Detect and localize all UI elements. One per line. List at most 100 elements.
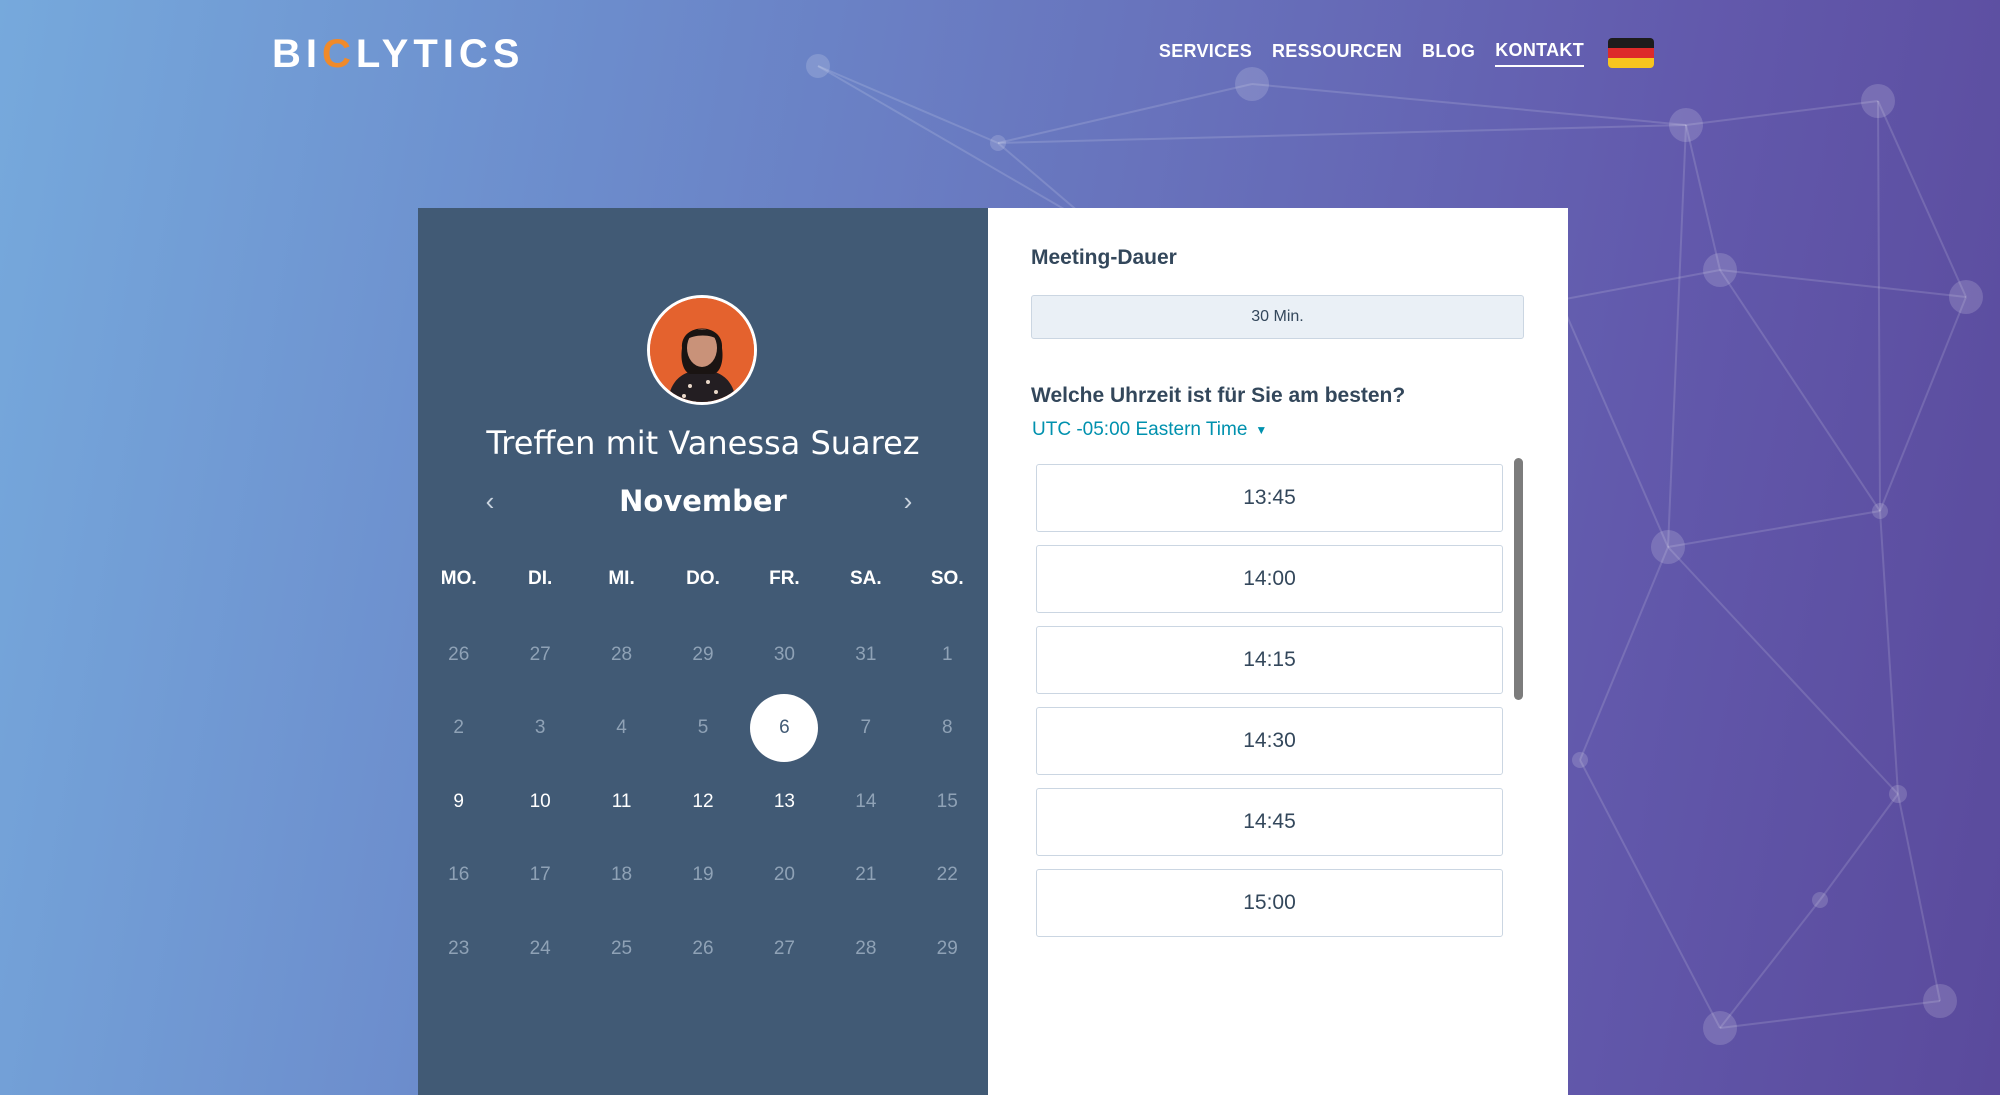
network-node xyxy=(1703,253,1737,287)
calendar-day-number: 28 xyxy=(855,937,877,959)
calendar-day-unavailable: 5 xyxy=(662,692,743,766)
calendar-day-number: 31 xyxy=(855,643,877,665)
network-line xyxy=(1667,510,1881,548)
calendar-day-number: 13 xyxy=(773,790,795,812)
calendar-day-unavailable: 18 xyxy=(581,839,662,913)
network-line xyxy=(1667,124,1687,548)
network-line xyxy=(1819,793,1899,901)
time-slot-button[interactable]: 14:30 xyxy=(1036,707,1503,775)
network-node xyxy=(806,54,830,78)
weekday-label: FR. xyxy=(769,568,800,589)
network-line xyxy=(817,65,1101,231)
calendar-day-number: 2 xyxy=(453,717,464,739)
nav-kontakt[interactable]: KONTAKT xyxy=(1495,40,1584,67)
calendar-week: 23 24 25 26 27 28 29 xyxy=(418,912,988,986)
network-node xyxy=(1861,84,1895,118)
network-line xyxy=(1719,1000,1941,1029)
calendar-day-number: 17 xyxy=(529,864,551,886)
calendar-day-number: 18 xyxy=(610,864,633,886)
time-slot-button[interactable]: 15:00 xyxy=(1036,869,1503,937)
calendar-day-number: 28 xyxy=(610,643,633,665)
calendar-day-available[interactable]: 10 xyxy=(499,765,580,839)
time-slot-button[interactable]: 14:15 xyxy=(1036,626,1503,694)
calendar-week: 9 10 11 12 13 14 15 xyxy=(418,765,988,839)
network-node xyxy=(1872,503,1888,519)
calendar-week: 2 3 4 5 6 7 8 xyxy=(418,692,988,766)
calendar-day-number: 21 xyxy=(855,864,877,886)
logo-text-end: LYTICS xyxy=(355,31,525,76)
network-line xyxy=(1719,899,1821,1029)
calendar-day-available[interactable]: 11 xyxy=(581,765,662,839)
calendar-day-unavailable: 8 xyxy=(907,692,988,766)
calendar-day-number: 27 xyxy=(529,643,551,665)
biclytics-logo[interactable]: BI C LYTICS xyxy=(272,32,524,76)
weekday-label: SA. xyxy=(849,568,882,589)
timezone-selector[interactable]: UTC -05:00 Eastern Time ▼ xyxy=(1032,419,1267,441)
nav-ressourcen[interactable]: RESSOURCEN xyxy=(1272,41,1402,66)
network-node xyxy=(1235,67,1269,101)
time-slot-list: 13:45 14:00 14:15 14:30 14:45 15:00 xyxy=(1036,464,1503,950)
chevron-left-icon[interactable]: ‹ xyxy=(478,486,502,517)
chevron-right-icon[interactable]: › xyxy=(896,486,920,517)
network-line xyxy=(1877,100,1967,298)
booking-panel: Meeting-Dauer 30 Min. Welche Uhrzeit ist… xyxy=(988,208,1568,1095)
german-flag-icon[interactable] xyxy=(1608,38,1654,68)
calendar-panel: Treffen mit Vanessa Suarez November ‹ › … xyxy=(418,208,988,1095)
network-node xyxy=(1812,892,1828,908)
calendar-day-available[interactable]: 9 xyxy=(418,765,499,839)
calendar-day-unavailable: 24 xyxy=(499,912,580,986)
calendar-day-unavailable: 2 xyxy=(418,692,499,766)
calendar-day-unavailable: 3 xyxy=(499,692,580,766)
time-slot-button[interactable]: 14:00 xyxy=(1036,545,1503,613)
network-line xyxy=(1251,83,1687,126)
calendar-day-unavailable: 14 xyxy=(825,765,906,839)
calendar-day-unavailable: 25 xyxy=(581,912,662,986)
calendar-day-number: 16 xyxy=(448,864,470,886)
main-navigation: SERVICES RESSOURCEN BLOG KONTAKT xyxy=(1159,38,1654,68)
weekday-label: MI. xyxy=(608,568,635,589)
calendar-day-number: 19 xyxy=(692,864,714,886)
network-line xyxy=(1579,759,1721,1029)
calendar-day-available[interactable]: 12 xyxy=(662,765,743,839)
calendar-day-unavailable: 27 xyxy=(744,912,825,986)
network-line xyxy=(1685,100,1879,126)
nav-blog[interactable]: BLOG xyxy=(1422,41,1475,66)
calendar-day-number: 30 xyxy=(773,643,795,665)
calendar-day-unavailable: 17 xyxy=(499,839,580,913)
network-node xyxy=(1669,108,1703,142)
nav-services[interactable]: SERVICES xyxy=(1159,41,1252,66)
calendar-day-unavailable: 29 xyxy=(907,912,988,986)
calendar-day-selected[interactable]: 6 xyxy=(744,692,825,766)
network-node xyxy=(1572,752,1588,768)
calendar-day-unavailable: 26 xyxy=(662,912,743,986)
network-node xyxy=(1651,530,1685,564)
network-line xyxy=(997,83,1253,144)
calendar-day-number: 10 xyxy=(529,790,551,812)
calendar-day-number: 5 xyxy=(697,717,709,739)
network-line xyxy=(1897,793,1941,1002)
network-node xyxy=(1889,785,1907,803)
calendar-day-unavailable: 4 xyxy=(581,692,662,766)
calendar-day-number: 12 xyxy=(692,790,714,812)
time-slot-button[interactable]: 14:45 xyxy=(1036,788,1503,856)
slot-list-scrollbar[interactable] xyxy=(1514,458,1523,700)
person-portrait-icon xyxy=(650,298,754,402)
avatar xyxy=(647,295,757,405)
weekday-label: DO. xyxy=(686,568,720,589)
logo-text-accent: C xyxy=(322,31,356,76)
duration-label: Meeting-Dauer xyxy=(1031,246,1177,269)
duration-select[interactable]: 30 Min. xyxy=(1031,295,1524,339)
network-line xyxy=(1877,100,1881,512)
calendar-day-unavailable: 23 xyxy=(418,912,499,986)
meeting-title: Treffen mit Vanessa Suarez xyxy=(486,424,920,462)
calendar-day-number: 20 xyxy=(773,864,795,886)
time-question: Welche Uhrzeit ist für Sie am besten? xyxy=(1031,384,1406,407)
calendar-day-number: 22 xyxy=(936,864,958,886)
time-slot-button[interactable]: 13:45 xyxy=(1036,464,1503,532)
calendar-day-available[interactable]: 13 xyxy=(744,765,825,839)
network-line xyxy=(1579,546,1669,761)
calendar-day-number: 8 xyxy=(941,717,953,739)
calendar-day-number: 29 xyxy=(692,643,714,665)
calendar-day-unavailable: 19 xyxy=(662,839,743,913)
calendar-day-unavailable: 21 xyxy=(825,839,906,913)
